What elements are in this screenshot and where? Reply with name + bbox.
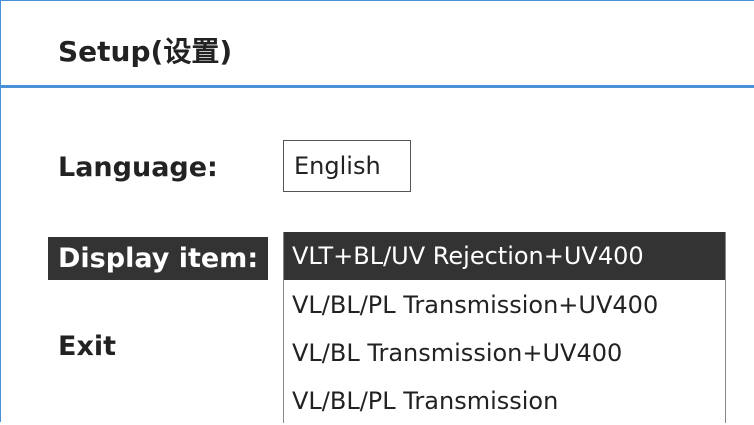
exit-button[interactable]: Exit bbox=[58, 329, 116, 365]
display-option-vl-bl-pl-transmission-uv400[interactable]: VL/BL/PL Transmission+UV400 bbox=[284, 281, 725, 329]
language-label[interactable]: Language: bbox=[58, 150, 218, 186]
header-bar: Setup(设置) bbox=[1, 1, 754, 88]
setup-panel: Setup(设置) Language: English Display item… bbox=[0, 0, 754, 423]
display-item-label[interactable]: Display item: bbox=[48, 237, 269, 280]
display-item-list: VLT+BL/UV Rejection+UV400 VL/BL/PL Trans… bbox=[283, 232, 726, 423]
display-option-vl-bl-pl-transmission[interactable]: VL/BL/PL Transmission bbox=[284, 377, 725, 425]
language-select[interactable]: English bbox=[283, 140, 411, 192]
page-title: Setup(设置) bbox=[58, 35, 233, 68]
display-option-vl-bl-transmission-uv400[interactable]: VL/BL Transmission+UV400 bbox=[284, 329, 725, 377]
display-option-vlt-bl-uv-rejection-uv400[interactable]: VLT+BL/UV Rejection+UV400 bbox=[284, 232, 725, 280]
